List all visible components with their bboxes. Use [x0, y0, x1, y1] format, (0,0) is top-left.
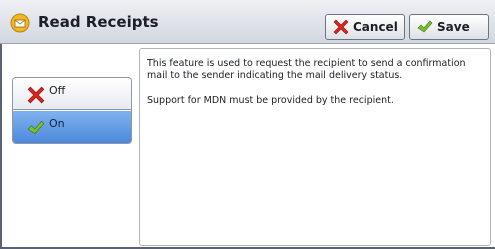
option-group: Off On [12, 77, 132, 144]
read-receipts-screen: Read Receipts Cancel Save Off On This fe… [0, 0, 495, 249]
save-button[interactable]: Save [409, 14, 489, 40]
save-label: Save [437, 20, 470, 34]
title-bar: Read Receipts Cancel Save [0, 0, 495, 44]
description-paragraph: This feature is used to request the reci… [147, 58, 466, 81]
checkmark-icon [417, 19, 433, 35]
cancel-label: Cancel [353, 20, 398, 34]
option-off[interactable]: Off [13, 78, 131, 110]
envelope-icon [10, 13, 30, 33]
option-on-label: On [49, 117, 65, 130]
option-on[interactable]: On [13, 111, 131, 143]
option-off-label: Off [49, 84, 66, 97]
checkmark-icon [27, 119, 45, 137]
description-paragraph: Support for MDN must be provided by the … [147, 95, 394, 106]
red-x-icon [27, 86, 45, 104]
red-x-icon [333, 19, 349, 35]
left-border [0, 44, 2, 249]
cancel-button[interactable]: Cancel [325, 14, 405, 40]
description-panel: This feature is used to request the reci… [139, 48, 491, 246]
page-title: Read Receipts [38, 13, 159, 31]
